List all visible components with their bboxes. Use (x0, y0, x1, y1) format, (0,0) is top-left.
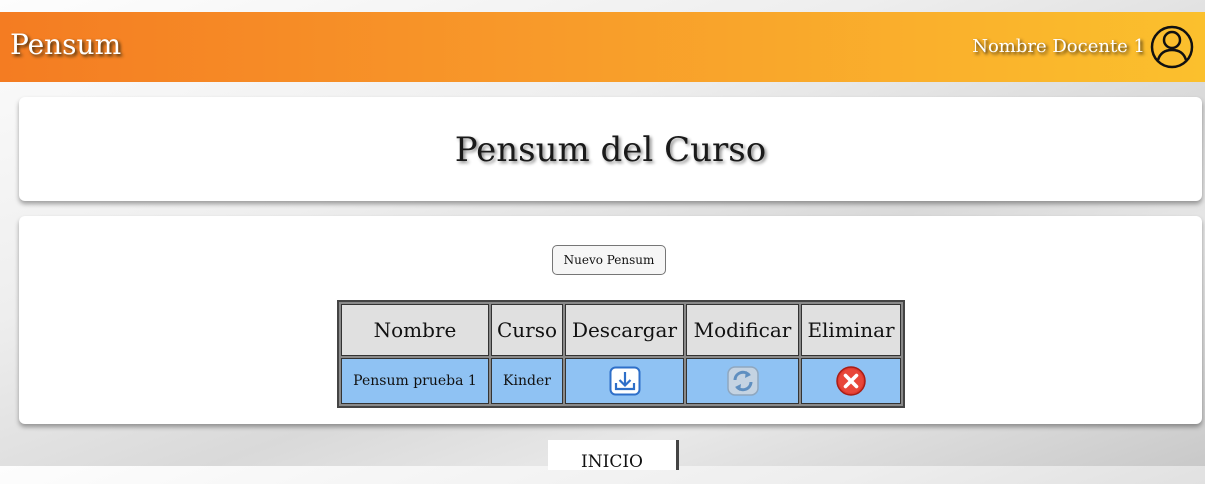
cell-nombre: Pensum prueba 1 (341, 358, 489, 404)
cell-modificar (686, 358, 799, 404)
cell-curso: Kinder (491, 358, 563, 404)
user-name[interactable]: Nombre Docente 1 (972, 36, 1145, 57)
new-pensum-button[interactable]: Nuevo Pensum (552, 245, 666, 275)
delete-icon[interactable] (835, 365, 867, 397)
title-card: Pensum del Curso (19, 97, 1202, 201)
column-header-nombre: Nombre (341, 304, 489, 356)
app-brand[interactable]: Pensum (10, 28, 121, 61)
column-header-modificar: Modificar (686, 304, 799, 356)
user-avatar-icon[interactable] (1149, 24, 1195, 70)
pensum-table: Nombre Curso Descargar Modificar Elimina… (337, 300, 905, 408)
table-header-row: Nombre Curso Descargar Modificar Elimina… (341, 304, 901, 356)
column-header-descargar: Descargar (565, 304, 684, 356)
download-icon[interactable] (609, 366, 641, 396)
refresh-icon[interactable] (726, 365, 760, 397)
column-header-eliminar: Eliminar (801, 304, 901, 356)
column-header-curso: Curso (491, 304, 563, 356)
table-row: Pensum prueba 1 Kinder (341, 358, 901, 404)
cell-descargar (565, 358, 684, 404)
page-title: Pensum del Curso (454, 130, 767, 170)
pensum-card: Nuevo Pensum Nombre Curso Descargar Modi… (19, 216, 1202, 424)
top-bar: Pensum Nombre Docente 1 (0, 12, 1205, 82)
cell-eliminar (801, 358, 901, 404)
